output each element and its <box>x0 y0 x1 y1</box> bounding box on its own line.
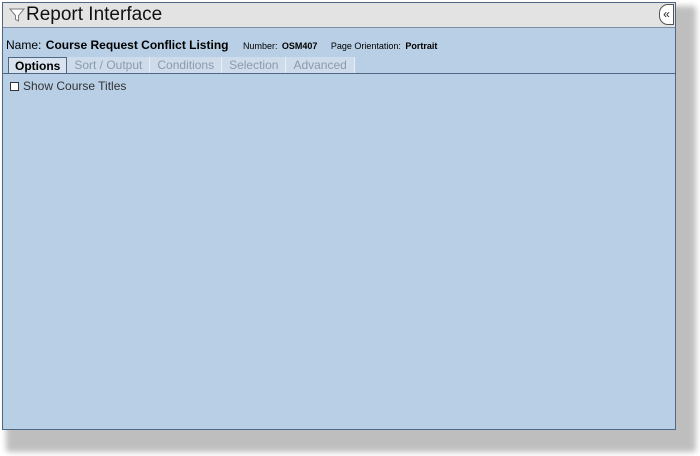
name-label: Name: <box>6 38 42 52</box>
orientation-label: Page Orientation: <box>330 41 401 51</box>
report-number: OSM407 <box>281 41 318 51</box>
tab-advanced[interactable]: Advanced <box>286 57 355 73</box>
collapse-button[interactable]: « <box>659 4 674 25</box>
show-course-titles-label: Show Course Titles <box>23 79 127 93</box>
title-bar: Report Interface « <box>3 3 675 28</box>
report-info: Name: Course Request Conflict Listing Nu… <box>6 36 446 52</box>
filter-icon <box>9 8 25 22</box>
window-title: Report Interface <box>26 4 163 25</box>
show-course-titles-option[interactable]: Show Course Titles <box>10 79 126 93</box>
tab-options[interactable]: Options <box>8 57 68 74</box>
tab-selection[interactable]: Selection <box>222 57 287 73</box>
report-name: Course Request Conflict Listing <box>45 38 229 52</box>
orientation-value: Portrait <box>405 41 438 51</box>
tab-conditions[interactable]: Conditions <box>150 57 223 73</box>
tab-bar: Options Sort / Output Conditions Selecti… <box>8 57 355 74</box>
report-interface-window: Report Interface « Name: Course Request … <box>2 2 676 430</box>
show-course-titles-checkbox[interactable] <box>10 81 19 91</box>
tab-divider <box>3 73 675 74</box>
number-label: Number: <box>242 41 278 51</box>
tab-sort-output[interactable]: Sort / Output <box>67 57 151 73</box>
